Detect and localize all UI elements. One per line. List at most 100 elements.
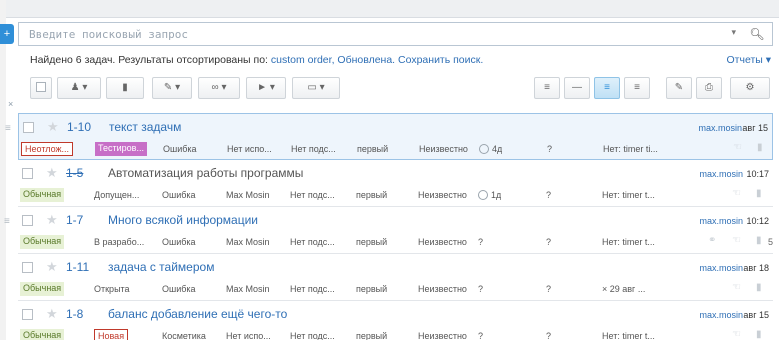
save-search-link[interactable]: Сохранить поиск. <box>398 54 483 66</box>
edit-icon[interactable]: ✎ <box>666 77 692 99</box>
star-icon[interactable]: ★ <box>47 119 59 135</box>
task-queue[interactable]: первый <box>356 235 387 249</box>
comments-icon[interactable]: ▮ <box>757 142 763 153</box>
detail-view-icon[interactable]: ≡ <box>594 77 620 99</box>
close-icon[interactable]: × <box>8 99 13 109</box>
task-title[interactable]: Много всякой информации <box>108 213 258 227</box>
task-author[interactable]: max.mosin <box>699 310 743 320</box>
task-queue[interactable]: первый <box>357 142 388 156</box>
list-view-icon[interactable]: ≡ <box>534 77 560 99</box>
like-icon[interactable]: ☜ <box>732 235 741 246</box>
task-row[interactable]: ≡ ★ 1-10 текст задачм max.mosin авг 15 Неотлож… <box>5 113 773 160</box>
star-icon[interactable]: ★ <box>46 306 58 322</box>
like-icon[interactable]: ☜ <box>732 329 741 340</box>
task-author[interactable]: max.mosin <box>699 169 743 179</box>
status-badge[interactable]: Допущен... <box>94 188 139 202</box>
refresh-link[interactable]: Обновлена. <box>337 54 395 66</box>
task-timer[interactable]: Нет: timer t... <box>602 235 674 249</box>
star-icon[interactable]: ★ <box>46 165 58 181</box>
search-icon[interactable]: 🔍︎ <box>744 24 770 44</box>
reports-menu[interactable]: Отчеты ▾ <box>727 54 771 66</box>
task-estimate[interactable]: 4д <box>479 142 502 156</box>
task-deadline[interactable]: Неизвестно <box>418 188 467 202</box>
task-type[interactable]: Ошибка <box>162 188 196 202</box>
comments-icon[interactable]: ▮ <box>756 235 762 246</box>
task-deadline[interactable]: Неизвестно <box>418 282 467 296</box>
comment-button[interactable]: ▮ <box>106 77 144 99</box>
print-icon[interactable]: ⎙ <box>696 77 722 99</box>
status-badge[interactable]: Открыта <box>94 282 130 296</box>
task-spent[interactable]: ? <box>546 235 551 249</box>
priority-badge[interactable]: Обычная <box>20 235 65 249</box>
like-icon[interactable]: ☜ <box>733 142 742 153</box>
task-checkbox[interactable] <box>23 122 34 133</box>
task-timer[interactable]: Нет: timer t... <box>602 188 674 202</box>
task-queue[interactable]: первый <box>356 329 387 340</box>
link-menu-button[interactable]: ∞ ▾ <box>198 77 240 99</box>
star-icon[interactable]: ★ <box>46 259 58 275</box>
task-id[interactable]: 1-10 <box>67 120 91 134</box>
task-title[interactable]: Автоматизация работы программы <box>108 166 303 180</box>
task-type[interactable]: Ошибка <box>162 235 196 249</box>
task-checkbox[interactable] <box>22 168 33 179</box>
task-row[interactable]: ★ 1-8 баланс добавление ещё чего-то max.mos… <box>18 301 773 340</box>
task-author[interactable]: max.mosin <box>698 123 742 133</box>
task-row[interactable]: ≡ ★ 1-7 Много всякой информации max.mosin 10:… <box>4 207 773 254</box>
task-timer[interactable]: × 29 авг ... <box>602 282 674 296</box>
task-milestone[interactable]: Нет подс... <box>290 188 350 202</box>
task-spent[interactable]: ? <box>546 188 551 202</box>
task-timer[interactable]: Нет: timer ti... <box>603 142 675 156</box>
task-checkbox[interactable] <box>22 262 33 273</box>
task-title[interactable]: баланс добавление ещё чего-то <box>108 307 287 321</box>
like-icon[interactable]: ☜ <box>732 282 741 293</box>
task-id[interactable]: 1-11 <box>66 260 89 274</box>
comments-icon[interactable]: ▮ <box>756 188 762 199</box>
task-milestone[interactable]: Нет подс... <box>290 329 350 340</box>
task-spent[interactable]: ? <box>547 142 552 156</box>
task-assignee[interactable]: Нет испо... <box>227 142 287 156</box>
status-badge[interactable]: Тестиров... <box>95 142 147 156</box>
drag-handle-icon[interactable]: ≡ <box>5 123 11 134</box>
settings-icon[interactable]: ⚙ <box>730 77 770 99</box>
priority-badge[interactable]: Обычная <box>20 282 65 296</box>
task-author[interactable]: max.mosin <box>699 216 743 226</box>
label-menu-button[interactable]: ► ▾ <box>246 77 286 99</box>
drag-handle-icon[interactable]: ≡ <box>4 216 10 227</box>
like-icon[interactable]: ☜ <box>732 188 741 199</box>
task-deadline[interactable]: Неизвестно <box>419 142 468 156</box>
task-timer[interactable]: Нет: timer t... <box>602 329 674 340</box>
task-id[interactable]: 1-7 <box>66 213 83 227</box>
task-title[interactable]: задача с таймером <box>108 260 214 274</box>
view-menu-button[interactable]: ▭ ▾ <box>292 77 340 99</box>
task-assignee[interactable]: Max Mosin <box>226 282 286 296</box>
task-row[interactable]: ★ 1-5 Автоматизация работы программы max.mo… <box>18 160 773 207</box>
task-milestone[interactable]: Нет подс... <box>290 235 350 249</box>
task-type[interactable]: Ошибка <box>163 142 197 156</box>
task-id[interactable]: 1-8 <box>66 307 83 321</box>
status-badge[interactable]: В разрабо... <box>94 235 144 249</box>
task-queue[interactable]: первый <box>356 282 387 296</box>
task-assignee[interactable]: Нет испо... <box>226 329 286 340</box>
sort-link[interactable]: custom order <box>271 54 332 66</box>
task-queue[interactable]: первый <box>356 188 387 202</box>
task-type[interactable]: Ошибка <box>162 282 196 296</box>
task-assignee[interactable]: Max Mosin <box>226 235 286 249</box>
task-deadline[interactable]: Неизвестно <box>418 329 467 340</box>
task-title[interactable]: текст задачм <box>109 120 181 134</box>
attachment-icon[interactable]: ⚭ <box>708 235 716 246</box>
task-row[interactable]: ★ 1-11 задача с таймером max.mosin авг 18 Обы… <box>18 254 773 301</box>
full-view-icon[interactable]: ≡ <box>624 77 650 99</box>
task-id[interactable]: 1-5 <box>66 166 83 180</box>
star-icon[interactable]: ★ <box>46 212 58 228</box>
status-badge[interactable]: Новая <box>94 329 129 340</box>
task-author[interactable]: max.mosin <box>699 263 743 273</box>
task-milestone[interactable]: Нет подс... <box>291 142 351 156</box>
comments-icon[interactable]: ▮ <box>756 282 762 293</box>
expand-tab-icon[interactable]: + <box>0 24 14 44</box>
task-estimate[interactable]: ? <box>478 235 483 249</box>
task-assignee[interactable]: Max Mosin <box>226 188 286 202</box>
task-milestone[interactable]: Нет подс... <box>290 282 350 296</box>
search-dropdown-icon[interactable]: ▾ <box>731 27 736 38</box>
task-deadline[interactable]: Неизвестно <box>418 235 467 249</box>
task-type[interactable]: Косметика <box>162 329 206 340</box>
